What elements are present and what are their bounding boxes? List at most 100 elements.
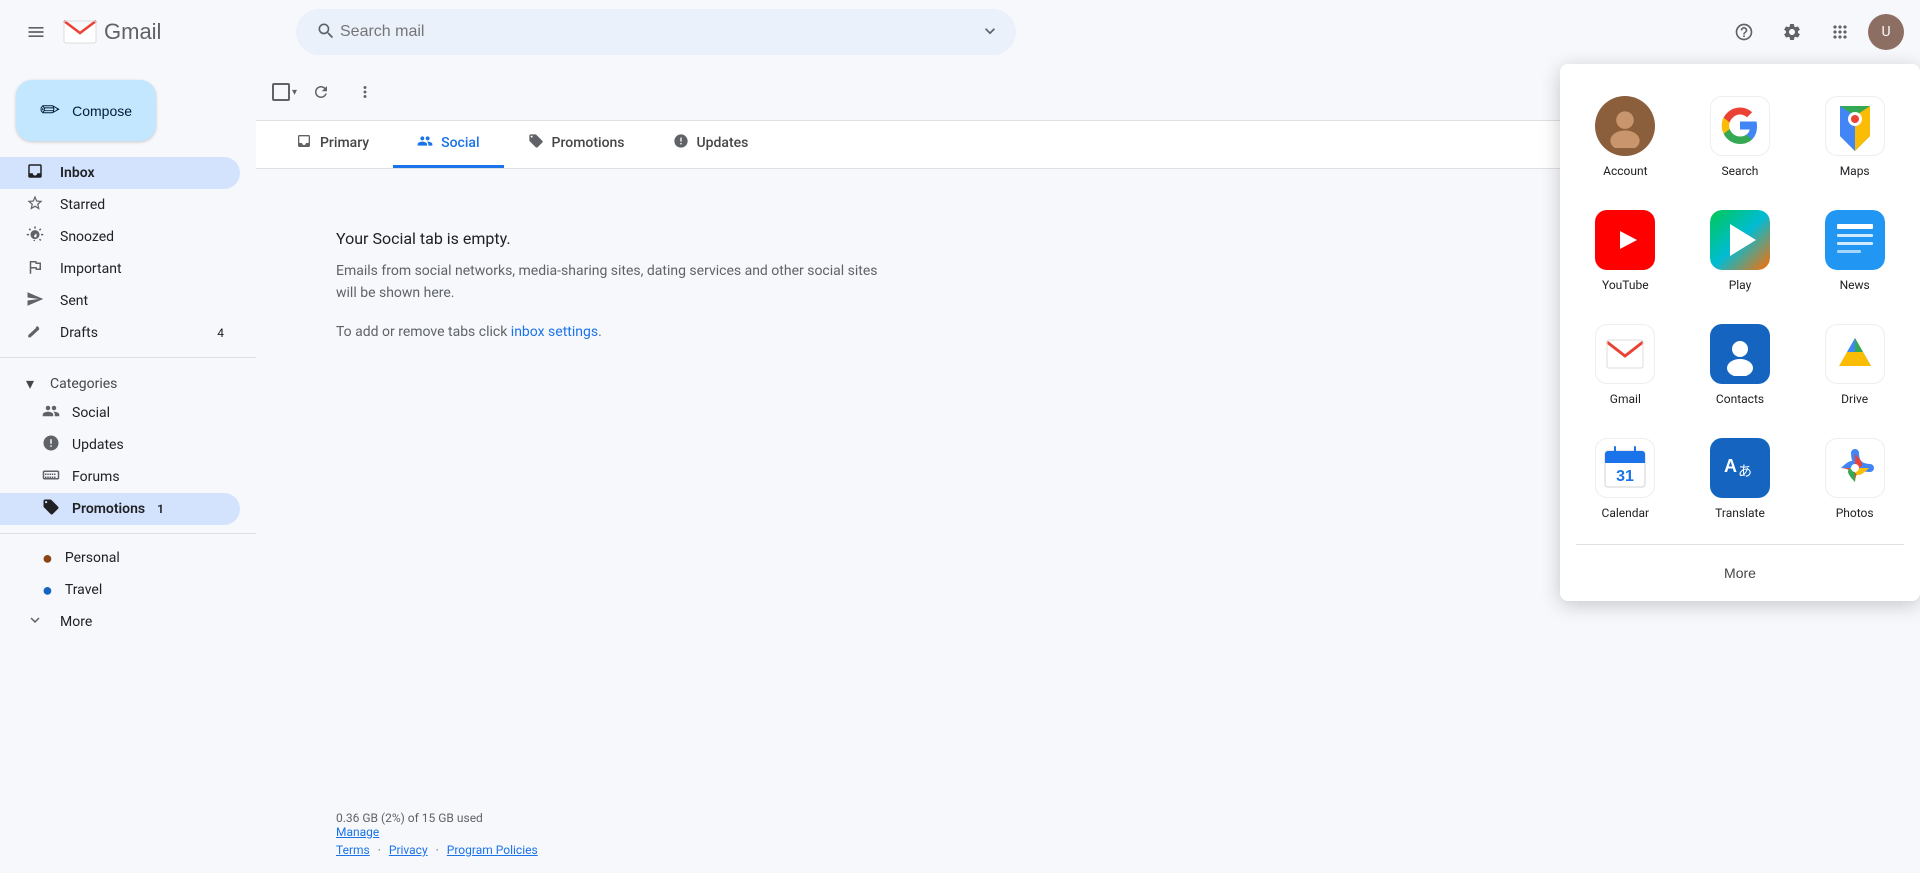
app-item-photos[interactable]: Photos — [1797, 422, 1912, 536]
calendar-app-label: Calendar — [1602, 506, 1650, 520]
gmail-wordmark: Gmail — [104, 19, 161, 45]
news-app-icon — [1825, 210, 1885, 270]
hamburger-button[interactable] — [16, 12, 56, 52]
app-item-maps[interactable]: Maps — [1797, 80, 1912, 194]
svg-text:A: A — [1724, 456, 1737, 476]
footer: 0.36 GB (2%) of 15 GB used Manage Terms … — [256, 795, 1920, 873]
search-app-label: Search — [1722, 164, 1759, 178]
sidebar-item-starred[interactable]: Starred — [0, 189, 240, 221]
search-button[interactable] — [312, 17, 340, 48]
translate-app-icon: A あ — [1710, 438, 1770, 498]
sidebar-item-snoozed[interactable]: Snoozed — [0, 221, 240, 253]
updates-icon — [42, 434, 60, 457]
sidebar-item-travel[interactable]: ● Travel — [0, 574, 240, 606]
forums-icon — [42, 466, 60, 489]
social-label: Social — [72, 405, 110, 421]
personal-icon: ● — [42, 548, 53, 569]
select-dropdown-arrow[interactable]: ▾ — [292, 87, 297, 98]
sidebar-item-forums[interactable]: Forums — [0, 461, 240, 493]
app-item-news[interactable]: News — [1797, 194, 1912, 308]
gmail-logo: Gmail — [60, 17, 161, 47]
footer-links: Terms · Privacy · Program Policies — [336, 843, 1840, 857]
app-item-drive[interactable]: Drive — [1797, 308, 1912, 422]
sidebar-divider-2 — [0, 533, 256, 534]
more-label: More — [60, 614, 224, 630]
promotions-sidebar-icon — [42, 498, 60, 521]
app-item-translate[interactable]: A あ Translate — [1683, 422, 1798, 536]
sidebar-item-social[interactable]: Social — [0, 397, 240, 429]
sidebar-item-sent[interactable]: Sent — [0, 285, 240, 317]
maps-app-label: Maps — [1840, 164, 1870, 178]
inbox-settings-link[interactable]: inbox settings — [511, 324, 598, 340]
sidebar: ✏ Compose Inbox Starred Snoozed Im — [0, 64, 256, 873]
empty-link-line: To add or remove tabs click inbox settin… — [336, 321, 602, 343]
search-expand-button[interactable] — [980, 21, 1000, 44]
contacts-app-label: Contacts — [1716, 392, 1764, 406]
drive-app-label: Drive — [1841, 392, 1868, 406]
photos-app-label: Photos — [1836, 506, 1874, 520]
tab-updates[interactable]: Updates — [649, 121, 773, 168]
sidebar-item-personal[interactable]: ● Personal — [0, 542, 240, 574]
categories-header[interactable]: ▾ Categories — [0, 366, 256, 397]
sidebar-item-drafts[interactable]: Drafts 4 — [0, 317, 240, 349]
user-avatar[interactable]: U — [1868, 14, 1904, 50]
app-item-contacts[interactable]: Contacts — [1683, 308, 1798, 422]
refresh-button[interactable] — [301, 72, 341, 112]
tab-primary[interactable]: Primary — [272, 121, 393, 168]
program-policies-link[interactable]: Program Policies — [447, 843, 538, 857]
starred-label: Starred — [60, 197, 224, 213]
select-all-checkbox[interactable] — [272, 83, 290, 101]
news-app-label: News — [1840, 278, 1870, 292]
travel-label: Travel — [65, 582, 102, 598]
important-icon — [26, 258, 44, 281]
sidebar-item-important[interactable]: Important — [0, 253, 240, 285]
snoozed-label: Snoozed — [60, 229, 224, 245]
tab-promotions[interactable]: Promotions — [504, 121, 649, 168]
social-icon — [42, 402, 60, 425]
privacy-link[interactable]: Privacy — [389, 843, 428, 857]
apps-panel: Account Search — [1560, 64, 1920, 601]
manage-link[interactable]: Manage — [336, 825, 379, 839]
app-item-account[interactable]: Account — [1568, 80, 1683, 194]
app-item-gmail[interactable]: Gmail — [1568, 308, 1683, 422]
tab-social[interactable]: Social — [393, 121, 503, 168]
inbox-icon — [26, 162, 44, 185]
sidebar-item-updates[interactable]: Updates — [0, 429, 240, 461]
search-input[interactable] — [340, 23, 980, 41]
svg-text:31: 31 — [1616, 468, 1634, 485]
drive-app-icon — [1825, 324, 1885, 384]
drafts-label: Drafts — [60, 325, 201, 341]
promotions-tab-icon — [528, 133, 544, 153]
account-app-label: Account — [1603, 164, 1647, 178]
settings-button[interactable] — [1772, 12, 1812, 52]
play-app-icon — [1710, 210, 1770, 270]
promotions-count: 1 — [157, 502, 164, 516]
more-options-button[interactable] — [345, 72, 385, 112]
help-button[interactable] — [1724, 12, 1764, 52]
app-item-play[interactable]: Play — [1683, 194, 1798, 308]
sidebar-item-inbox[interactable]: Inbox — [0, 157, 240, 189]
apps-button[interactable] — [1820, 12, 1860, 52]
apps-more-button[interactable]: More — [1560, 553, 1920, 593]
manage-link-container: Manage — [336, 825, 1840, 839]
app-item-youtube[interactable]: YouTube — [1568, 194, 1683, 308]
sidebar-item-promotions[interactable]: Promotions 1 — [0, 493, 240, 525]
sent-label: Sent — [60, 293, 224, 309]
travel-icon: ● — [42, 580, 53, 601]
app-item-calendar[interactable]: 31 Calendar — [1568, 422, 1683, 536]
play-app-label: Play — [1729, 278, 1752, 292]
topbar: Gmail U — [0, 0, 1920, 64]
contacts-app-icon — [1710, 324, 1770, 384]
calendar-app-icon: 31 — [1595, 438, 1655, 498]
terms-link[interactable]: Terms — [336, 843, 370, 857]
more-icon — [26, 611, 44, 634]
storage-info: 0.36 GB (2%) of 15 GB used — [336, 811, 1840, 825]
search-bar — [296, 9, 1016, 55]
youtube-app-label: YouTube — [1602, 278, 1649, 292]
primary-tab-icon — [296, 133, 312, 153]
app-item-search[interactable]: Search — [1683, 80, 1798, 194]
compose-button[interactable]: ✏ Compose — [16, 80, 156, 141]
sidebar-item-more[interactable]: More — [0, 606, 240, 638]
important-label: Important — [60, 261, 224, 277]
personal-label: Personal — [65, 550, 120, 566]
